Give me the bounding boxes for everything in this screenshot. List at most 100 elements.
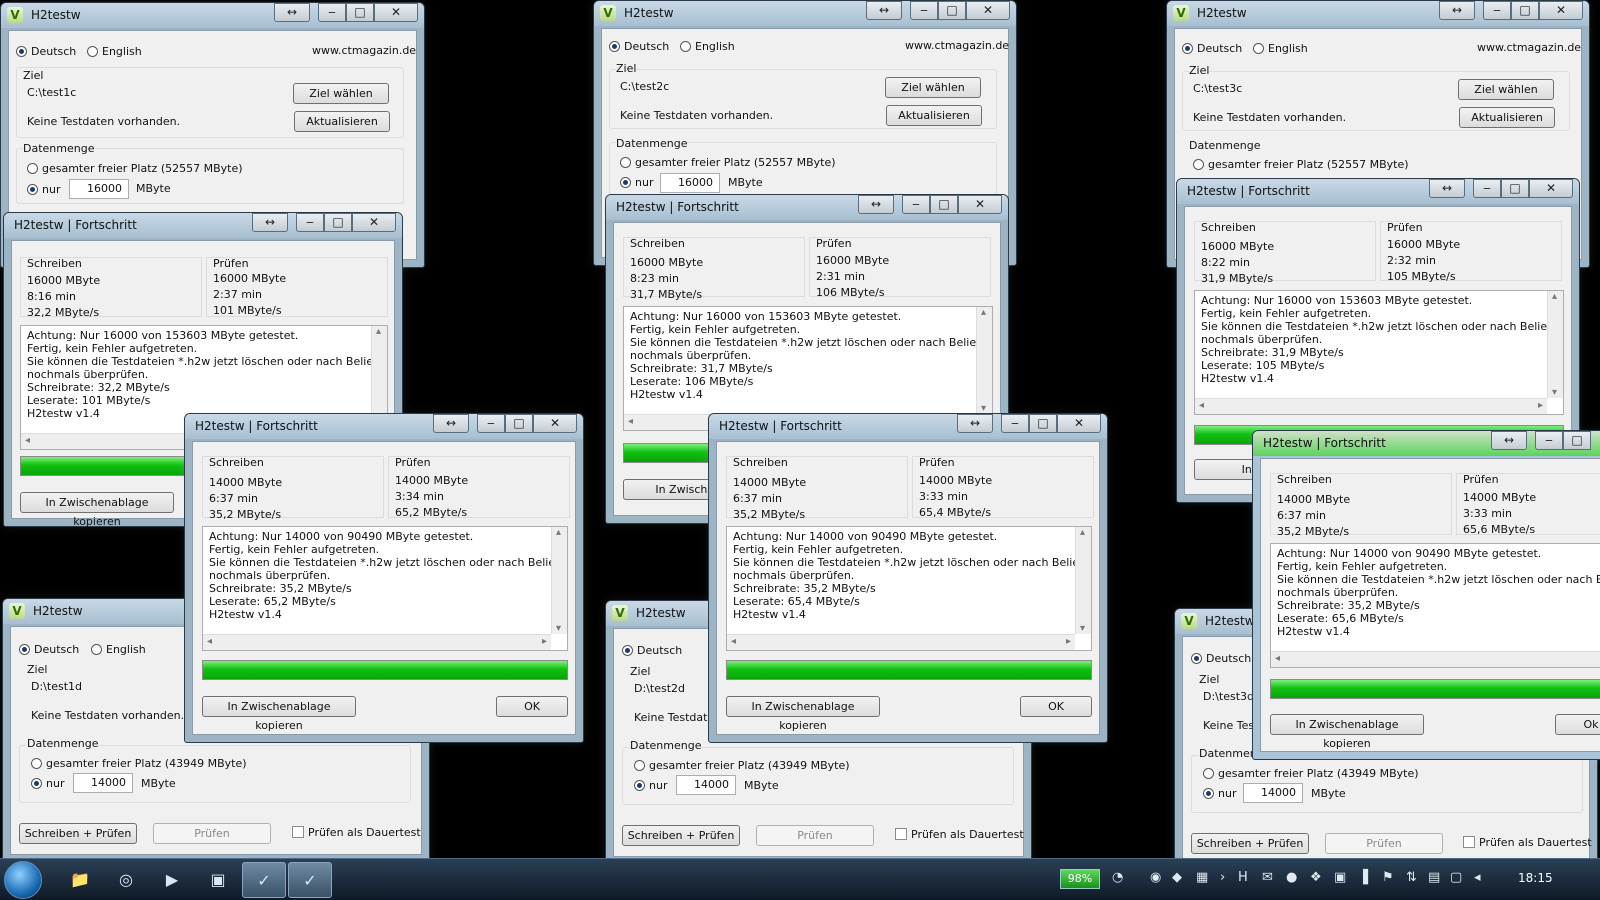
flag-icon[interactable]: ⚑ <box>1382 870 1394 885</box>
h2testw-icon[interactable]: ✓ <box>288 862 332 898</box>
amount-field[interactable]: 16000 <box>660 173 720 193</box>
title-bar[interactable]: H2testw | Fortschritt ↔ ‒ □ ✕ <box>185 414 583 439</box>
title-bar[interactable]: H2testw | Fortschritt ↔ ‒ □ ✕ <box>709 414 1107 439</box>
help-icon[interactable]: H <box>1238 870 1248 885</box>
aktualisieren-button[interactable]: Aktualisieren <box>1459 107 1555 128</box>
copy-to-clipboard-button[interactable]: In Zwischenablage kopieren <box>202 696 356 732</box>
minimize-button[interactable]: ‒ <box>1483 1 1511 20</box>
monitor-icon[interactable]: ▣ <box>1334 870 1346 885</box>
lang-english-radio[interactable]: English <box>680 40 735 53</box>
vertical-scrollbar[interactable] <box>551 527 567 634</box>
maximize-button[interactable]: □ <box>505 414 533 433</box>
lang-english-radio[interactable]: English <box>1253 42 1308 55</box>
lang-deutsch-radio[interactable]: Deutsch <box>609 40 669 53</box>
result-log[interactable]: Achtung: Nur 14000 von 90490 MByte getes… <box>202 526 568 651</box>
only-radio[interactable]: nur <box>620 176 653 189</box>
verify-button[interactable]: Prüfen <box>153 823 271 844</box>
battery-indicator[interactable]: 98% <box>1060 869 1100 889</box>
minimize-button[interactable]: ‒ <box>477 414 505 433</box>
usb-icon[interactable]: ⇅ <box>1406 870 1417 885</box>
only-radio[interactable]: nur <box>1203 787 1236 800</box>
resize-icon[interactable]: ↔ <box>1491 431 1527 450</box>
title-bar[interactable]: V H2testw ↔ ‒ □ ✕ <box>1167 1 1589 26</box>
all-space-radio[interactable]: gesamter freier Platz (52557 MByte) <box>1193 158 1409 171</box>
amount-field[interactable]: 14000 <box>73 773 133 793</box>
website-link[interactable]: www.ctmagazin.de <box>312 44 416 57</box>
title-bar[interactable]: V H2testw ↔ ‒ □ ✕ <box>594 1 1016 26</box>
ok-button[interactable]: OK <box>1020 696 1092 717</box>
horizontal-scrollbar[interactable] <box>727 634 1075 650</box>
endless-test-checkbox[interactable]: Prüfen als Dauertest <box>292 826 421 839</box>
lang-english-radio[interactable]: English <box>87 45 142 58</box>
close-button[interactable]: ✕ <box>1057 414 1101 433</box>
close-button[interactable]: ✕ <box>352 213 396 232</box>
lang-deutsch-radio[interactable]: Deutsch <box>622 644 682 657</box>
verify-button[interactable]: Prüfen <box>1325 833 1443 854</box>
title-bar[interactable]: V H2testw ↔ ‒ □ ✕ <box>1 3 424 28</box>
display-icon[interactable]: ▢ <box>1450 870 1462 885</box>
close-button[interactable]: ✕ <box>1529 179 1573 198</box>
resize-icon[interactable]: ↔ <box>858 195 894 214</box>
all-space-radio[interactable]: gesamter freier Platz (43949 MByte) <box>634 759 850 772</box>
write-verify-button[interactable]: Schreiben + Prüfen <box>622 825 740 846</box>
maximize-button[interactable]: □ <box>930 195 958 214</box>
vertical-scrollbar[interactable] <box>1547 291 1563 398</box>
only-radio[interactable]: nur <box>31 777 64 790</box>
close-button[interactable]: ✕ <box>374 3 418 22</box>
chevron-icon[interactable]: › <box>1220 870 1225 885</box>
minimize-button[interactable]: ‒ <box>1473 179 1501 198</box>
resize-icon[interactable]: ↔ <box>274 3 310 22</box>
folder-icon[interactable]: 📁 <box>58 862 102 898</box>
amount-field[interactable]: 14000 <box>1243 783 1303 803</box>
result-log[interactable]: Achtung: Nur 14000 von 90490 MByte getes… <box>1270 543 1600 668</box>
website-link[interactable]: www.ctmagazin.de <box>1477 41 1581 54</box>
maximize-button[interactable]: □ <box>346 3 374 22</box>
maximize-button[interactable]: □ <box>1511 1 1539 20</box>
ziel-waehlen-button[interactable]: Ziel wählen <box>293 83 389 104</box>
dropbox-icon[interactable]: ❖ <box>1310 870 1322 885</box>
copy-to-clipboard-button[interactable]: In Zwischenablage kopieren <box>1270 714 1424 750</box>
resize-icon[interactable]: ↔ <box>252 213 288 232</box>
ok-button[interactable]: Ok <box>1555 714 1600 735</box>
maximize-button[interactable]: □ <box>1501 179 1529 198</box>
volume-icon[interactable]: ◂ <box>1474 870 1481 885</box>
tray-app-icon[interactable]: ◔ <box>1112 870 1123 885</box>
keyboard-icon[interactable]: ▦ <box>1196 870 1208 885</box>
resize-icon[interactable]: ↔ <box>433 414 469 433</box>
shield-icon[interactable]: ◆ <box>1172 870 1182 885</box>
title-bar[interactable]: H2testw | Fortschritt ↔ ‒ □ ✕ <box>1177 179 1579 204</box>
globe-icon[interactable]: ◉ <box>1150 870 1161 885</box>
all-space-radio[interactable]: gesamter freier Platz (52557 MByte) <box>27 162 243 175</box>
minimize-button[interactable]: ‒ <box>1001 414 1029 433</box>
amount-field[interactable]: 16000 <box>69 179 129 199</box>
app-icon[interactable]: ▣ <box>196 862 240 898</box>
media-player-icon[interactable]: ▶ <box>150 862 194 898</box>
result-log[interactable]: Achtung: Nur 16000 von 153603 MByte gete… <box>1194 290 1564 415</box>
resize-icon[interactable]: ↔ <box>1429 179 1465 198</box>
copy-to-clipboard-button[interactable]: In Zwischenablage kopieren <box>20 492 174 528</box>
result-log[interactable]: Achtung: Nur 14000 von 90490 MByte getes… <box>726 526 1092 651</box>
lang-deutsch-radio[interactable]: Deutsch <box>1182 42 1242 55</box>
horizontal-scrollbar[interactable] <box>1271 651 1600 667</box>
amount-field[interactable]: 14000 <box>676 775 736 795</box>
minimize-button[interactable]: ‒ <box>910 1 938 20</box>
title-bar[interactable]: H2testw | Fortschritt ↔ ‒ □ <box>1253 431 1600 456</box>
lang-deutsch-radio[interactable]: Deutsch <box>1191 652 1251 665</box>
ok-button[interactable]: OK <box>496 696 568 717</box>
minimize-button[interactable]: ‒ <box>296 213 324 232</box>
browser-icon[interactable]: ◎ <box>104 862 148 898</box>
vertical-scrollbar[interactable] <box>976 307 992 414</box>
aktualisieren-button[interactable]: Aktualisieren <box>294 111 390 132</box>
title-bar[interactable]: H2testw | Fortschritt ↔ ‒ □ ✕ <box>606 195 1008 220</box>
network-icon[interactable]: ● <box>1286 870 1297 885</box>
close-button[interactable]: ✕ <box>966 1 1010 20</box>
all-space-radio[interactable]: gesamter freier Platz (43949 MByte) <box>31 757 247 770</box>
horizontal-scrollbar[interactable] <box>203 634 551 650</box>
endless-test-checkbox[interactable]: Prüfen als Dauertest <box>1463 836 1592 849</box>
lang-deutsch-radio[interactable]: Deutsch <box>16 45 76 58</box>
close-button[interactable]: ✕ <box>1539 1 1583 20</box>
close-button[interactable]: ✕ <box>958 195 1002 214</box>
lang-deutsch-radio[interactable]: Deutsch <box>19 643 79 656</box>
resize-icon[interactable]: ↔ <box>866 1 902 20</box>
maximize-button[interactable]: □ <box>1029 414 1057 433</box>
